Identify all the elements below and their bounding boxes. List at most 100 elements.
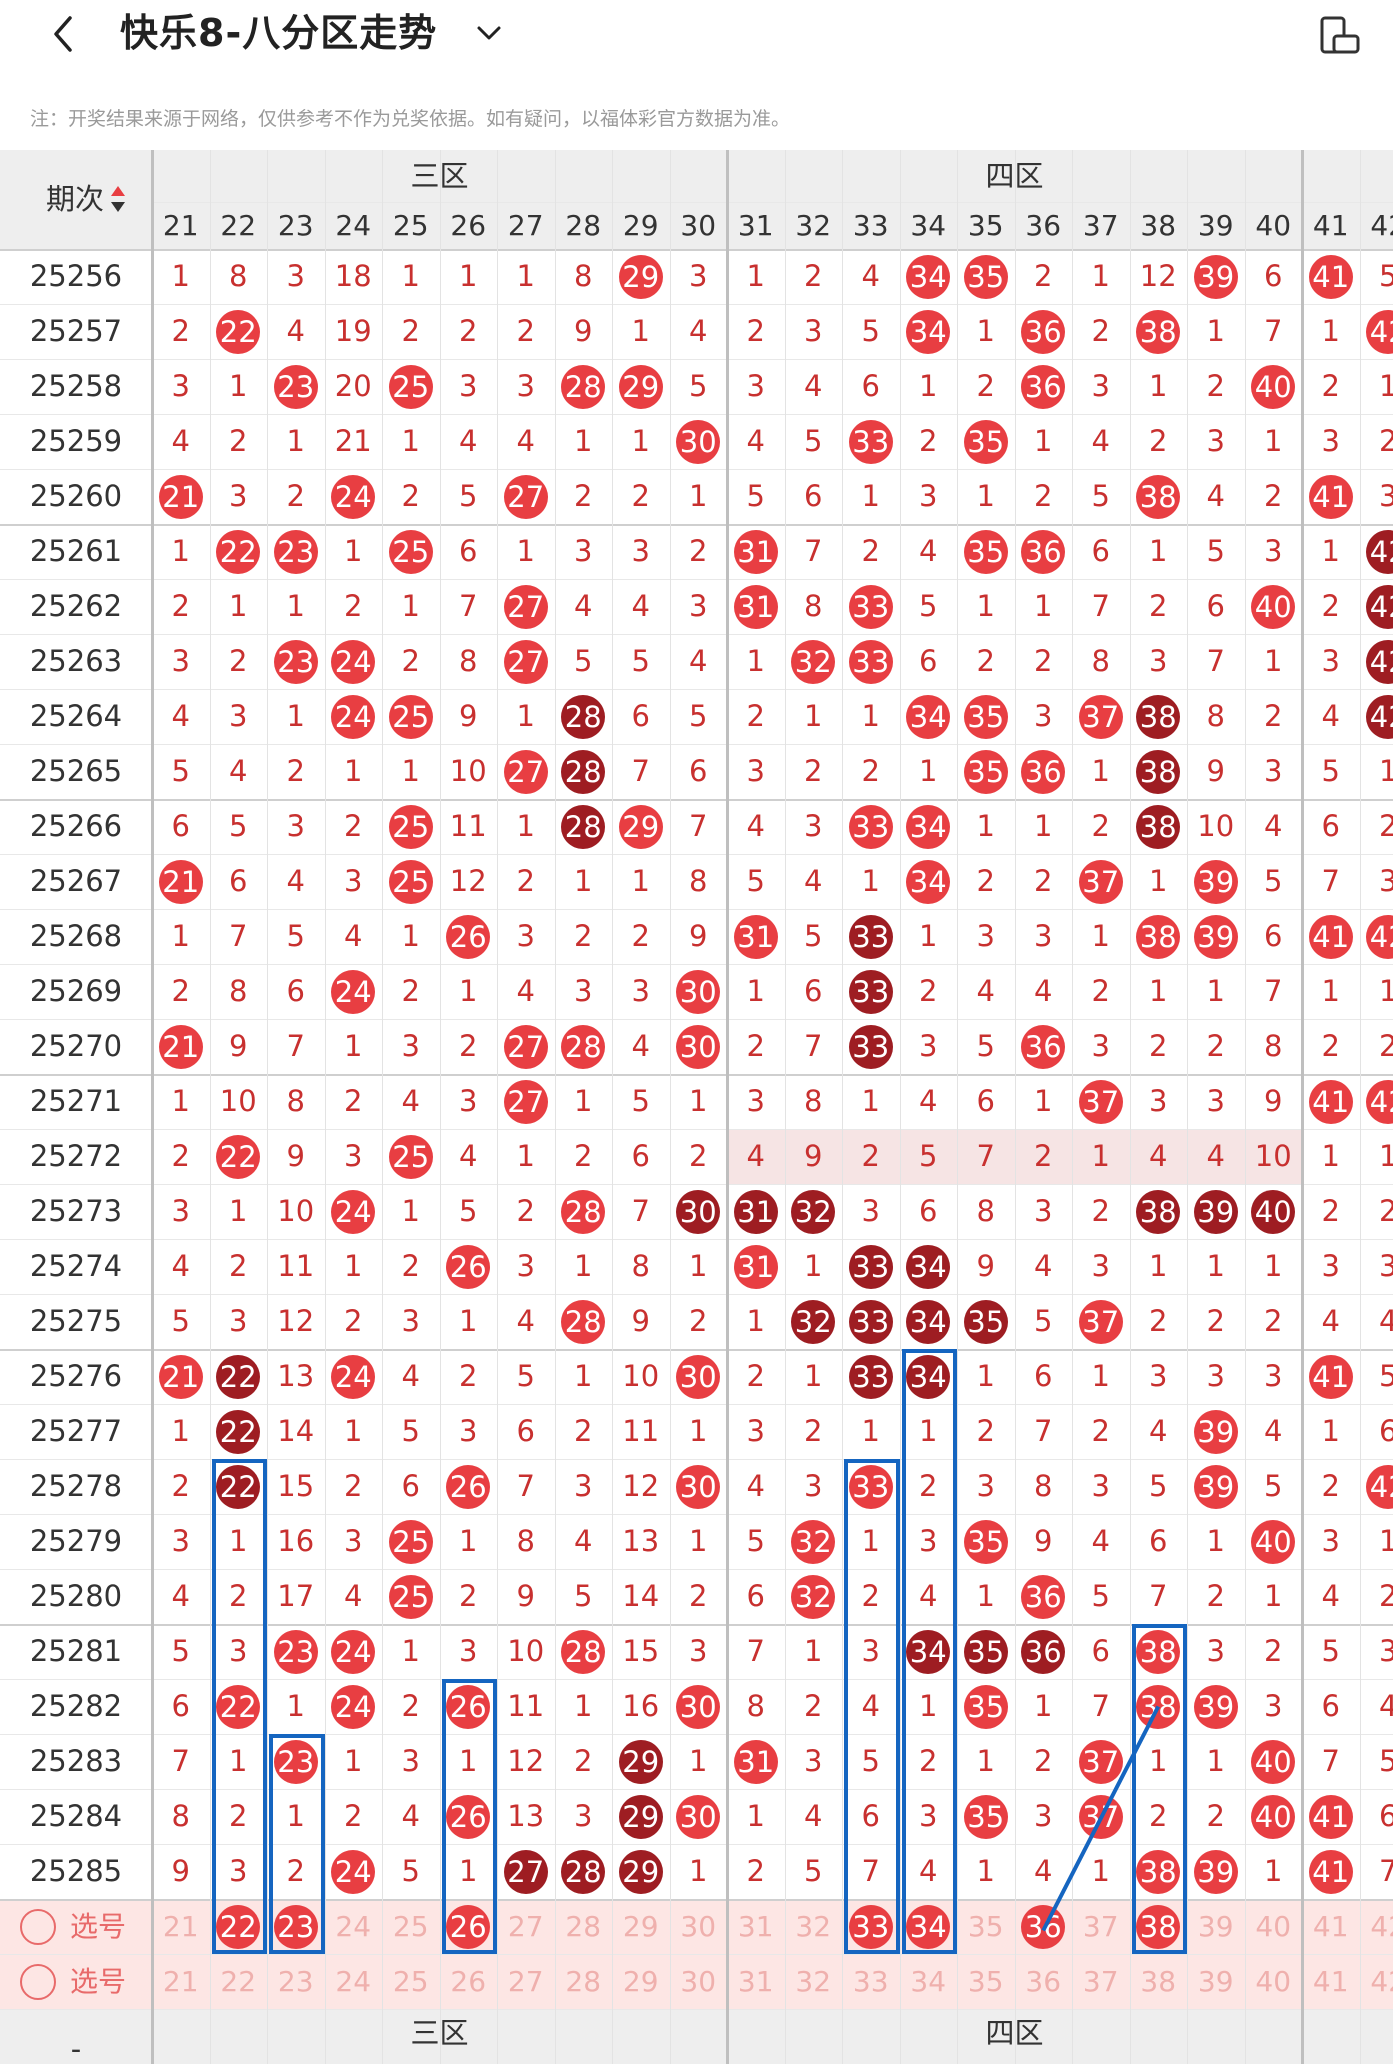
select-number[interactable]: 30	[670, 1954, 728, 2009]
miss-count: 3	[574, 1799, 593, 1833]
select-number[interactable]: 28	[555, 1954, 613, 2009]
drawn-number-ball: 38	[1136, 1189, 1181, 1234]
select-number[interactable]: 41	[1302, 1899, 1360, 1954]
select-number[interactable]: 27	[497, 1899, 555, 1954]
select-number[interactable]: 29	[612, 1899, 670, 1954]
zone-footer: 四区	[985, 2016, 1044, 2050]
drawn-number-ball: 41	[1308, 474, 1353, 519]
select-number[interactable]: 36	[1015, 1954, 1073, 2009]
drawn-number-ball: 42	[1366, 584, 1393, 629]
miss-count: 1	[516, 699, 535, 733]
miss-count: 1	[861, 1084, 880, 1118]
select-radio[interactable]	[20, 1964, 56, 2000]
drawn-number-ball: 27	[503, 1849, 548, 1894]
select-number[interactable]: 22	[210, 1954, 268, 2009]
miss-count: 5	[631, 644, 650, 678]
drawn-number-ball: 36	[1021, 749, 1066, 794]
selected-number-ball[interactable]: 36	[1021, 1904, 1066, 1949]
miss-count: 1	[861, 864, 880, 898]
select-number[interactable]: 39	[1187, 1954, 1245, 2009]
select-label[interactable]: 选号	[70, 1954, 126, 2009]
select-number[interactable]: 35	[957, 1954, 1015, 2009]
drawn-number-ball: 26	[446, 1244, 491, 1289]
column-number: 36	[1025, 209, 1062, 242]
drawn-number-ball: 38	[1136, 694, 1181, 739]
select-number[interactable]: 38	[1130, 1954, 1188, 2009]
column-number: 26	[450, 209, 487, 242]
select-radio[interactable]	[20, 1909, 56, 1945]
miss-count: 2	[1206, 1304, 1225, 1338]
miss-count: 6	[1379, 1799, 1393, 1833]
miss-count: 1	[516, 259, 535, 293]
miss-count: 4	[689, 644, 708, 678]
miss-count: 1	[286, 589, 305, 623]
select-number[interactable]: 32	[785, 1899, 843, 1954]
miss-count: 1	[804, 1249, 823, 1283]
select-number[interactable]: 41	[1302, 1954, 1360, 2009]
miss-count: 1	[1034, 1084, 1053, 1118]
miss-count: 6	[861, 369, 880, 403]
select-number[interactable]: 40	[1245, 1954, 1303, 2009]
miss-count: 3	[1321, 1524, 1340, 1558]
period-header[interactable]: 期次	[30, 174, 120, 224]
select-number[interactable]: 35	[957, 1899, 1015, 1954]
miss-count: 2	[1091, 314, 1110, 348]
drawn-number-ball: 21	[158, 859, 203, 904]
miss-count: 5	[1206, 534, 1225, 568]
miss-count: 1	[1206, 314, 1225, 348]
select-number[interactable]: 40	[1245, 1899, 1303, 1954]
select-number[interactable]: 34	[900, 1954, 958, 2009]
select-number[interactable]: 37	[1072, 1899, 1130, 1954]
miss-count: 8	[804, 1084, 823, 1118]
miss-count: 1	[401, 1634, 420, 1668]
select-number[interactable]: 23	[267, 1954, 325, 2009]
miss-count: 1	[1206, 1249, 1225, 1283]
sort-arrows-icon[interactable]	[110, 184, 126, 214]
miss-count: 3	[401, 1304, 420, 1338]
select-number[interactable]: 21	[152, 1954, 210, 2009]
miss-count: 3	[459, 1084, 478, 1118]
drawn-number-ball: 41	[1308, 914, 1353, 959]
miss-count: 7	[1264, 314, 1283, 348]
miss-count: 5	[229, 809, 248, 843]
select-number[interactable]: 28	[555, 1899, 613, 1954]
select-number[interactable]: 24	[325, 1954, 383, 2009]
drawn-number-ball: 39	[1193, 1409, 1238, 1454]
select-number[interactable]: 31	[727, 1899, 785, 1954]
select-number[interactable]: 31	[727, 1954, 785, 2009]
drawn-number-ball: 34	[906, 859, 951, 904]
issue-number: 25260	[29, 479, 123, 513]
drawn-number-ball: 38	[1136, 474, 1181, 519]
miss-count: 5	[401, 1414, 420, 1448]
select-number[interactable]: 30	[670, 1899, 728, 1954]
select-number[interactable]: 24	[325, 1899, 383, 1954]
select-number[interactable]: 29	[612, 1954, 670, 2009]
miss-count: 2	[976, 369, 995, 403]
miss-count: 5	[1321, 754, 1340, 788]
select-label[interactable]: 选号	[70, 1899, 126, 1954]
select-number[interactable]: 27	[497, 1954, 555, 2009]
miss-count: 13	[622, 1524, 660, 1558]
drawn-number-ball: 40	[1251, 1794, 1296, 1839]
select-number[interactable]: 39	[1187, 1899, 1245, 1954]
select-number[interactable]: 33	[842, 1954, 900, 2009]
select-number[interactable]: 25	[382, 1954, 440, 2009]
select-number[interactable]: 42	[1360, 1954, 1393, 2009]
select-number[interactable]: 37	[1072, 1954, 1130, 2009]
miss-count: 2	[171, 974, 190, 1008]
select-number[interactable]: 21	[152, 1899, 210, 1954]
miss-count: 2	[229, 644, 248, 678]
miss-count: 2	[919, 974, 938, 1008]
miss-count: 6	[1264, 919, 1283, 953]
miss-count: 5	[1379, 259, 1393, 293]
select-number[interactable]: 32	[785, 1954, 843, 2009]
miss-count: 3	[1379, 864, 1393, 898]
select-number[interactable]: 42	[1360, 1899, 1393, 1954]
miss-count: 6	[689, 754, 708, 788]
miss-count: 1	[1379, 974, 1393, 1008]
select-number[interactable]: 26	[440, 1954, 498, 2009]
select-number[interactable]: 25	[382, 1899, 440, 1954]
miss-count: 1	[171, 259, 190, 293]
miss-count: 8	[229, 974, 248, 1008]
miss-count: 4	[459, 1139, 478, 1173]
